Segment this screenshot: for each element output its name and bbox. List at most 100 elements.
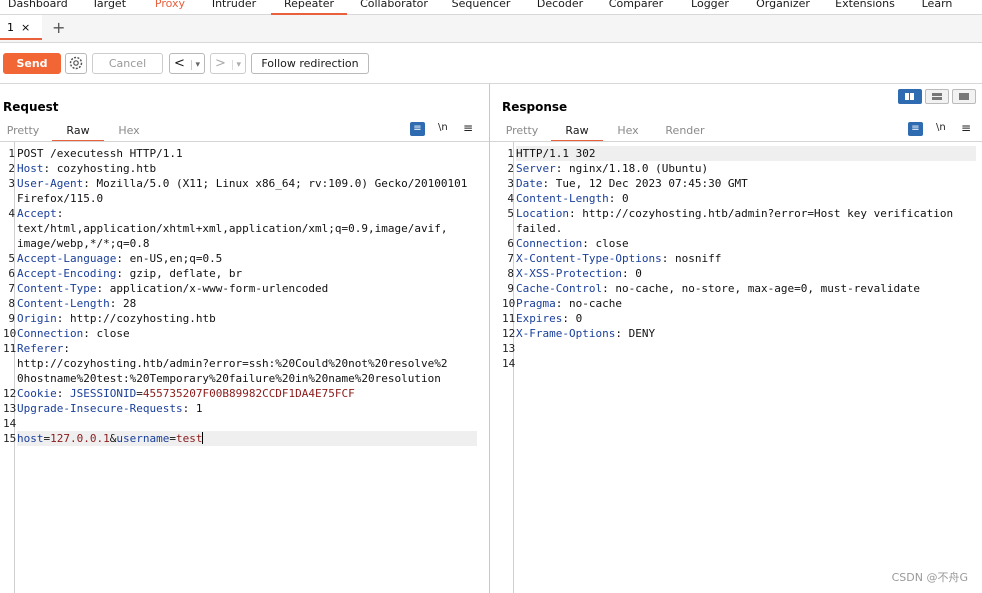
- wrap-lines-icon[interactable]: ≡: [410, 122, 425, 136]
- line-text: text/html,application/xhtml+xml,applicat…: [17, 222, 448, 235]
- gear-icon: [69, 56, 83, 70]
- menu-icon[interactable]: ≡: [961, 121, 971, 135]
- line-number: 10: [3, 327, 17, 340]
- newline-icon[interactable]: \n: [936, 122, 946, 133]
- request-line: 5 Accept-Language: en-US,en;q=0.5: [8, 251, 477, 266]
- header-colon: :: [582, 237, 596, 250]
- top-tab-bar: Dashboard Target Proxy Intruder Repeater…: [0, 0, 982, 16]
- tab-repeater[interactable]: Repeater: [271, 0, 347, 16]
- header-colon: :: [568, 207, 583, 220]
- request-line: 6 Accept-Encoding: gzip, deflate, br: [8, 266, 477, 281]
- tab-target[interactable]: Target: [86, 0, 132, 13]
- response-panel: Response Pretty Raw Hex Render ≡ \n ≡ 1H…: [490, 84, 982, 593]
- response-tab-pretty[interactable]: Pretty: [502, 123, 542, 140]
- param-value: test: [175, 432, 203, 445]
- tab-sequencer[interactable]: Sequencer: [447, 0, 515, 13]
- wrap-lines-icon[interactable]: ≡: [908, 122, 923, 136]
- newline-icon[interactable]: \n: [438, 122, 448, 133]
- cancel-button[interactable]: Cancel: [92, 53, 163, 74]
- line-number: 1: [8, 147, 15, 160]
- menu-icon[interactable]: ≡: [463, 121, 473, 135]
- header-value: application/x-www-form-urlencoded: [109, 282, 329, 295]
- header-value: cozyhosting.htb: [56, 162, 157, 175]
- request-line: Firefox/115.0: [17, 191, 477, 206]
- watermark: CSDN @不舟G: [891, 571, 968, 584]
- header-colon: :: [56, 387, 70, 400]
- line-number: 13: [502, 342, 516, 355]
- line-number: 11: [502, 312, 516, 325]
- back-menu-icon[interactable]: ▾: [191, 60, 200, 70]
- response-line: 11 Expires: 0: [502, 311, 976, 326]
- cookie-value: 455735207F00B89982CCDF1DA4E75FCF: [142, 387, 355, 400]
- request-tab-pretty[interactable]: Pretty: [3, 123, 43, 140]
- response-tab-hex[interactable]: Hex: [611, 123, 645, 140]
- send-button[interactable]: Send: [3, 53, 61, 74]
- tab-logger[interactable]: Logger: [686, 0, 734, 13]
- request-tab-hex[interactable]: Hex: [112, 123, 146, 140]
- forward-menu-icon[interactable]: ▾: [232, 60, 241, 70]
- line-number: 3: [8, 177, 15, 190]
- header-value: en-US,en;q=0.5: [129, 252, 223, 265]
- tab-intruder[interactable]: Intruder: [208, 0, 260, 13]
- request-editor[interactable]: 1 POST /executessh HTTP/1.1 2 Host: cozyhos…: [3, 146, 477, 446]
- request-tab-raw[interactable]: Raw: [52, 123, 104, 142]
- header-colon: :: [608, 192, 622, 205]
- response-editor[interactable]: 1 HTTP/1.1 302 2 Server: nginx/1.18.0 (Ubun…: [502, 146, 976, 371]
- tab-learn[interactable]: Learn: [917, 0, 957, 13]
- tab-extensions[interactable]: Extensions: [833, 0, 897, 13]
- line-number: 14: [3, 417, 17, 430]
- header-name: Upgrade-Insecure-Requests: [17, 402, 183, 415]
- tab-organizer[interactable]: Organizer: [753, 0, 813, 13]
- header-name: Accept-Language: [17, 252, 117, 265]
- header-colon: :: [63, 342, 77, 355]
- tab-decoder[interactable]: Decoder: [532, 0, 588, 13]
- request-line: 10 Connection: close: [3, 326, 477, 341]
- response-line: 1 HTTP/1.1 302: [507, 146, 976, 161]
- repeater-tab-bar: 1 × +: [0, 15, 982, 43]
- forward-button[interactable]: > ▾: [210, 53, 246, 74]
- header-colon: :: [96, 282, 110, 295]
- back-button[interactable]: < ▾: [169, 53, 205, 74]
- line-number: 12: [502, 327, 516, 340]
- line-number: 2: [8, 162, 15, 175]
- header-name: Host: [17, 162, 44, 175]
- follow-redirection-button[interactable]: Follow redirection: [251, 53, 369, 74]
- repeater-tab-1[interactable]: 1 ×: [0, 15, 42, 40]
- response-divider: [490, 141, 982, 142]
- tab-proxy[interactable]: Proxy: [150, 0, 190, 13]
- response-tab-raw[interactable]: Raw: [551, 123, 603, 142]
- response-line: failed.: [516, 221, 976, 236]
- response-tab-render[interactable]: Render: [662, 123, 708, 140]
- add-tab-icon[interactable]: +: [52, 18, 65, 37]
- request-line: text/html,application/xhtml+xml,applicat…: [17, 221, 477, 236]
- line-number: 4: [8, 207, 15, 220]
- request-line: 0hostname%20test:%20Temporary%20failure%…: [17, 371, 477, 386]
- response-line: 4 Content-Length: 0: [507, 191, 976, 206]
- request-line: 1 POST /executessh HTTP/1.1: [8, 146, 477, 161]
- tab-comparer[interactable]: Comparer: [606, 0, 666, 13]
- header-name: Content-Type: [17, 282, 97, 295]
- header-name: Content-Length: [516, 192, 609, 205]
- settings-button[interactable]: [65, 53, 87, 74]
- header-name: Referer: [17, 342, 64, 355]
- line-number: 14: [502, 357, 516, 370]
- header-colon: :: [109, 297, 123, 310]
- tab-dashboard[interactable]: Dashboard: [8, 0, 68, 13]
- header-name: Cache-Control: [516, 282, 603, 295]
- request-line: http://cozyhosting.htb/admin?error=ssh:%…: [17, 356, 477, 371]
- header-colon: :: [555, 162, 569, 175]
- request-title: Request: [3, 100, 59, 114]
- tab-collaborator[interactable]: Collaborator: [358, 0, 430, 13]
- response-line: 5 Location: http://cozyhosting.htb/admin?…: [507, 206, 976, 221]
- response-title: Response: [502, 100, 568, 114]
- line-text: image/webp,*/*;q=0.8: [17, 237, 150, 250]
- line-number: 13: [3, 402, 17, 415]
- param-name: username: [116, 432, 170, 445]
- line-text: http://cozyhosting.htb/admin?error=ssh:%…: [17, 357, 448, 370]
- header-value: close: [595, 237, 629, 250]
- header-value: 0: [635, 267, 642, 280]
- line-number: 9: [8, 312, 15, 325]
- close-icon[interactable]: ×: [21, 21, 30, 34]
- text-cursor: [202, 432, 204, 444]
- header-colon: :: [182, 402, 196, 415]
